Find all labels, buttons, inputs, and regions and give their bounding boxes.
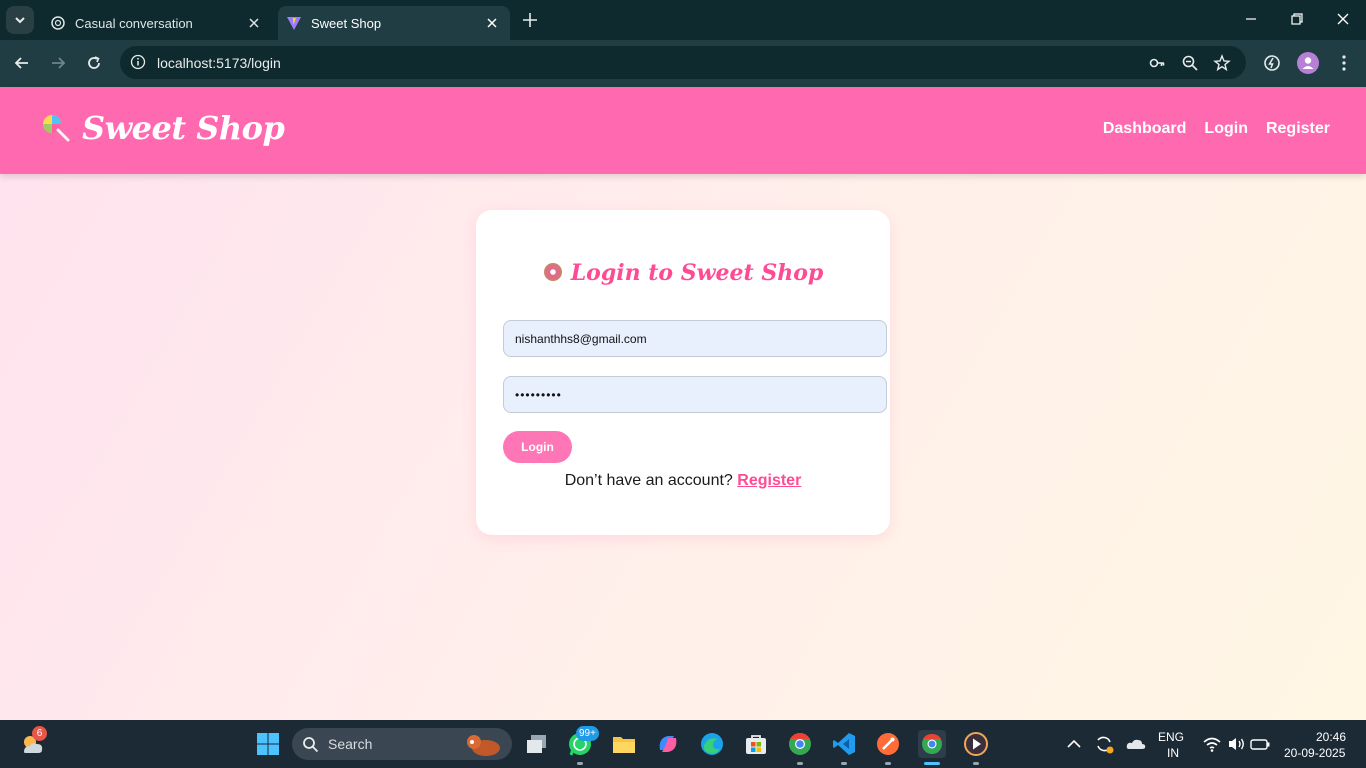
profile-icon	[1302, 57, 1314, 69]
task-view-icon[interactable]	[523, 730, 551, 758]
chrome-profile-icon[interactable]	[786, 730, 814, 758]
forward-icon[interactable]	[47, 52, 69, 74]
whatsapp-badge: 99+	[576, 726, 599, 741]
media-player-icon[interactable]	[962, 730, 990, 758]
running-indicator	[797, 762, 803, 765]
vscode-icon[interactable]	[830, 730, 858, 758]
running-indicator	[577, 762, 583, 765]
region-indicator: IN	[1167, 746, 1179, 760]
email-field[interactable]	[503, 320, 887, 357]
back-icon[interactable]	[11, 52, 33, 74]
menu-kebab-icon[interactable]	[1333, 52, 1355, 74]
tab-search-button[interactable]	[6, 6, 34, 34]
weather-widget[interactable]: 6	[18, 726, 47, 758]
chevron-down-icon	[15, 17, 25, 24]
close-icon[interactable]	[246, 15, 262, 31]
onedrive-icon[interactable]	[1122, 730, 1150, 758]
postman-icon[interactable]	[874, 730, 902, 758]
battery-icon[interactable]	[1246, 730, 1274, 758]
login-heading-text: Login to Sweet Shop	[570, 260, 824, 286]
whatsapp-app[interactable]: 99+	[566, 726, 599, 758]
close-window-icon[interactable]	[1332, 8, 1354, 30]
page-viewport: Sweet Shop Dashboard Login Register Logi…	[0, 87, 1366, 720]
minimize-icon[interactable]	[1240, 8, 1262, 30]
register-link[interactable]: Register	[737, 472, 801, 489]
chrome-active-icon[interactable]	[918, 730, 946, 758]
active-indicator	[924, 762, 940, 765]
copilot-icon[interactable]	[654, 730, 682, 758]
login-heading: Login to Sweet Shop	[476, 260, 890, 286]
language-indicator[interactable]: ENG	[1158, 730, 1184, 744]
tab-sweet-shop[interactable]: Sweet Shop	[278, 6, 510, 40]
performance-icon[interactable]	[1261, 52, 1283, 74]
main-nav: Dashboard Login Register	[1103, 120, 1330, 138]
bookmark-star-icon[interactable]	[1213, 54, 1231, 72]
tab-casual-conversation[interactable]: Casual conversation	[40, 6, 272, 40]
nav-login[interactable]: Login	[1204, 120, 1248, 138]
register-prompt: Don’t have an account?	[564, 472, 733, 489]
url-text: localhost:5173/login	[157, 55, 281, 71]
clock-time[interactable]: 20:46	[1316, 730, 1346, 744]
weather-badge: 6	[32, 726, 47, 741]
tab-title: Casual conversation	[75, 15, 193, 31]
brand-title: Sweet Shop	[82, 109, 285, 147]
close-icon[interactable]	[484, 15, 500, 31]
browser-tab-strip: Casual conversation Sweet Shop	[0, 0, 1366, 40]
tab-title: Sweet Shop	[311, 15, 382, 31]
store-icon[interactable]	[742, 730, 770, 758]
windows-start-icon[interactable]	[254, 730, 282, 758]
password-key-icon[interactable]	[1148, 54, 1166, 72]
update-icon[interactable]	[1090, 730, 1118, 758]
restore-icon[interactable]	[1286, 8, 1308, 30]
show-hidden-icons-icon[interactable]	[1060, 730, 1088, 758]
brand[interactable]: Sweet Shop	[40, 109, 285, 147]
password-field[interactable]	[503, 376, 887, 413]
zoom-icon[interactable]	[1181, 54, 1199, 72]
taskbar: 6 Search 99+ ENG IN 20:46 20-09-2025	[0, 720, 1366, 768]
address-bar[interactable]: localhost:5173/login	[120, 46, 1246, 79]
lollipop-icon	[43, 115, 70, 142]
new-tab-icon[interactable]	[518, 10, 542, 30]
site-header: Sweet Shop Dashboard Login Register	[0, 87, 1366, 174]
running-indicator	[841, 762, 847, 765]
login-button[interactable]: Login	[503, 431, 572, 463]
site-info-icon[interactable]	[130, 54, 146, 70]
register-prompt-line: Don’t have an account? Register	[476, 472, 890, 490]
red-panda-icon	[467, 735, 500, 756]
login-card: Login to Sweet Shop Login Don’t have an …	[476, 210, 890, 535]
edge-icon[interactable]	[698, 730, 726, 758]
taskbar-search[interactable]: Search	[292, 728, 512, 760]
reload-icon[interactable]	[83, 52, 105, 74]
profile-avatar[interactable]	[1297, 52, 1319, 74]
nav-dashboard[interactable]: Dashboard	[1103, 120, 1187, 138]
running-indicator	[885, 762, 891, 765]
chatgpt-icon	[51, 16, 65, 30]
file-explorer-icon[interactable]	[610, 730, 638, 758]
clock-date: 20-09-2025	[1284, 746, 1346, 760]
browser-toolbar: localhost:5173/login	[0, 40, 1366, 87]
running-indicator	[973, 762, 979, 765]
nav-register[interactable]: Register	[1266, 120, 1330, 138]
vite-icon	[287, 17, 301, 30]
search-icon	[303, 737, 319, 753]
donut-icon	[543, 263, 562, 281]
search-label: Search	[328, 736, 373, 752]
